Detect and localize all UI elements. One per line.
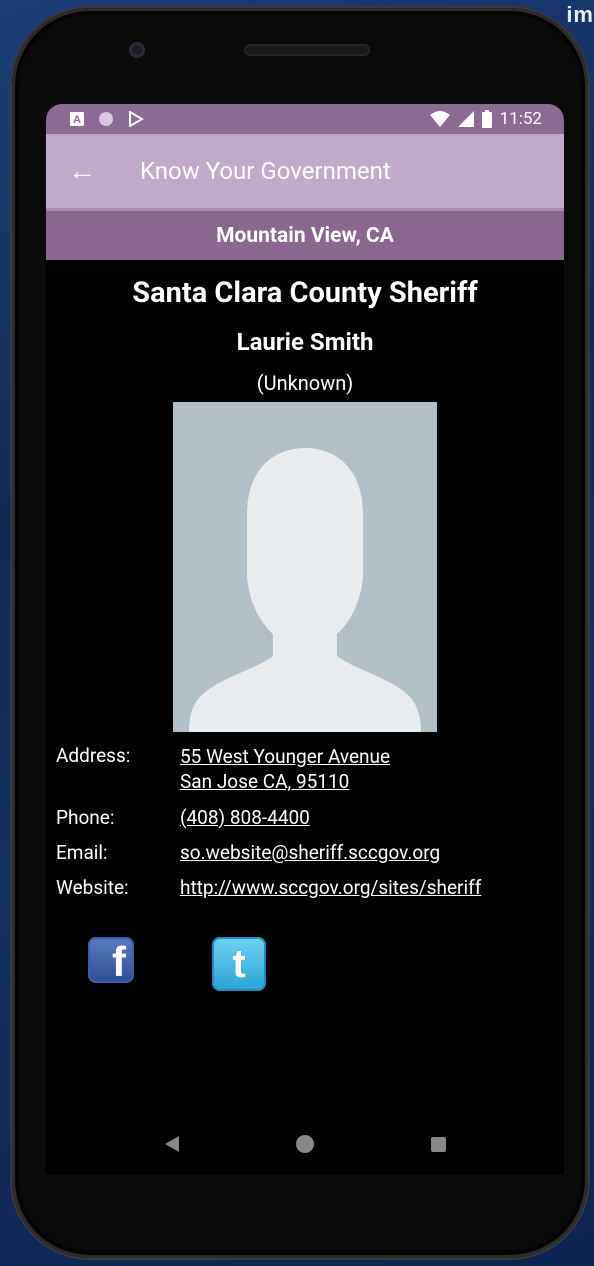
earpiece-speaker <box>244 44 370 56</box>
address-line-1[interactable]: 55 West Younger Avenue <box>180 745 390 768</box>
cell-signal-icon <box>457 111 474 127</box>
official-name: Laurie Smith <box>236 328 374 356</box>
facebook-icon[interactable]: f <box>88 937 134 983</box>
office-title: Santa Clara County Sheriff <box>132 276 478 310</box>
phone-row: Phone: (408) 808-4400 <box>46 806 564 829</box>
website-label: Website: <box>56 876 129 899</box>
background-window-text: im <box>566 2 594 27</box>
battery-icon <box>481 110 492 128</box>
front-camera <box>129 42 145 58</box>
address-link[interactable]: 55 West Younger Avenue San Jose CA, 9511… <box>180 744 390 794</box>
wifi-icon <box>429 111 450 127</box>
facebook-letter: f <box>112 938 126 985</box>
address-label: Address: <box>56 744 131 767</box>
official-party: (Unknown) <box>256 371 354 395</box>
phone-screen: A 11:52 ← Know Your Government Mountain … <box>46 104 564 1174</box>
status-system-icons: 11:52 <box>429 109 542 129</box>
website-link[interactable]: http://www.sccgov.org/sites/sheriff <box>180 876 481 899</box>
play-store-icon <box>129 111 144 127</box>
nav-back-icon[interactable] <box>164 1136 179 1152</box>
circle-notification-icon <box>99 112 113 126</box>
email-label: Email: <box>56 841 108 864</box>
app-title: Know Your Government <box>140 157 391 185</box>
nav-home-icon[interactable] <box>295 1135 314 1153</box>
phone-link[interactable]: (408) 808-4400 <box>180 806 310 829</box>
navigation-bar <box>46 1126 564 1162</box>
svg-text:A: A <box>73 114 81 126</box>
status-time: 11:52 <box>499 109 542 129</box>
nav-recents-icon[interactable] <box>430 1136 446 1152</box>
phone-frame: A 11:52 ← Know Your Government Mountain … <box>12 8 588 1258</box>
a-notification-icon: A <box>70 112 84 126</box>
twitter-letter: t <box>232 941 246 986</box>
placeholder-portrait-image <box>173 402 437 732</box>
address-row: Address: 55 West Younger Avenue San Jose… <box>46 744 564 794</box>
email-link[interactable]: so.website@sheriff.sccgov.org <box>180 841 440 864</box>
back-arrow-icon[interactable]: ← <box>68 157 108 185</box>
website-row: Website: http://www.sccgov.org/sites/she… <box>46 876 564 899</box>
status-bar: A 11:52 <box>46 104 564 134</box>
phone-label: Phone: <box>56 806 115 829</box>
app-bar: ← Know Your Government <box>46 134 564 208</box>
contact-details: Address: 55 West Younger Avenue San Jose… <box>46 744 564 899</box>
social-links: f t <box>46 937 564 991</box>
twitter-icon[interactable]: t <box>212 937 266 991</box>
location-bar: Mountain View, CA <box>46 208 564 260</box>
address-line-2[interactable]: San Jose CA, 95110 <box>180 770 349 793</box>
photo-container <box>46 402 564 732</box>
status-notification-icons: A <box>70 111 144 127</box>
email-row: Email: so.website@sheriff.sccgov.org <box>46 841 564 864</box>
